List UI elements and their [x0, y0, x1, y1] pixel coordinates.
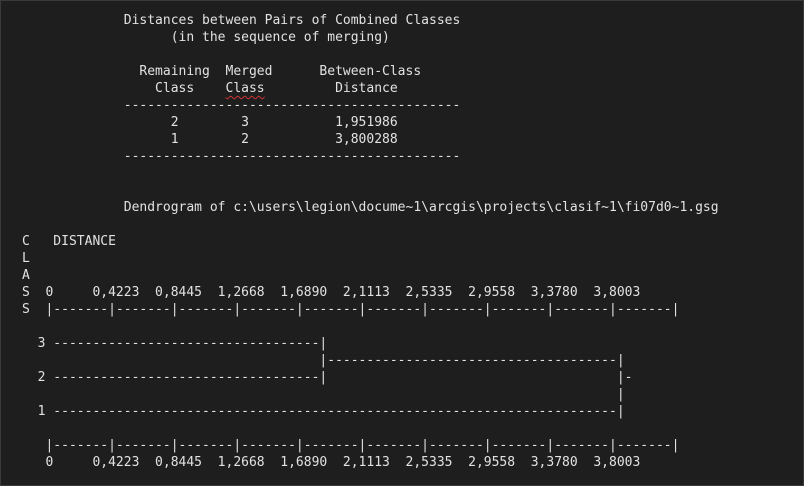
distance-scale-top: S 0 0,4223 0,8445 1,2668 1,6890 2,1113 2…: [22, 285, 641, 300]
distance-ruler-top: S |-------|-------|-------|-------|-----…: [22, 302, 680, 317]
distance-ruler-bottom: |-------|-------|-------|-------|-------…: [22, 438, 680, 453]
console-text: Distances between Pairs of Combined Clas…: [22, 12, 719, 471]
table-header-row-2: Class Class Distance: [22, 80, 719, 97]
dendrogram-title: Dendrogram of c:\users\legion\docume~1\a…: [22, 200, 719, 215]
class-label-vertical: A: [22, 268, 30, 283]
console-output-panel: Distances between Pairs of Combined Clas…: [0, 0, 804, 486]
table-rule-top: ----------------------------------------…: [22, 98, 461, 113]
table-row: 2 3 1,951986: [22, 115, 398, 130]
distance-scale-bottom: 0 0,4223 0,8445 1,2668 1,6890 2,1113 2,5…: [22, 455, 641, 470]
dendrogram-branch-class-1: 1 --------------------------------------…: [22, 404, 625, 419]
table-header-row-1: Remaining Merged Between-Class: [22, 64, 422, 79]
table-header-part: Class Class Distance: [22, 81, 398, 96]
spellcheck-underline: Class: [225, 81, 265, 96]
dendrogram-branch-class-2: 2 ----------------------------------| |-: [22, 370, 633, 385]
table-rule-bottom: ----------------------------------------…: [22, 149, 461, 164]
dendrogram-branch-class-3: 3 ----------------------------------|: [22, 336, 328, 351]
dendrogram-axis-title: C DISTANCE: [22, 234, 116, 249]
distances-subtitle: (in the sequence of merging): [22, 30, 390, 45]
dendrogram-merge-line: |-------------------------------------|: [22, 353, 625, 368]
distances-title: Distances between Pairs of Combined Clas…: [22, 13, 461, 28]
dendrogram-connector: |: [22, 387, 625, 402]
class-label-vertical: L: [22, 251, 30, 266]
table-row: 1 2 3,800288: [22, 132, 398, 147]
